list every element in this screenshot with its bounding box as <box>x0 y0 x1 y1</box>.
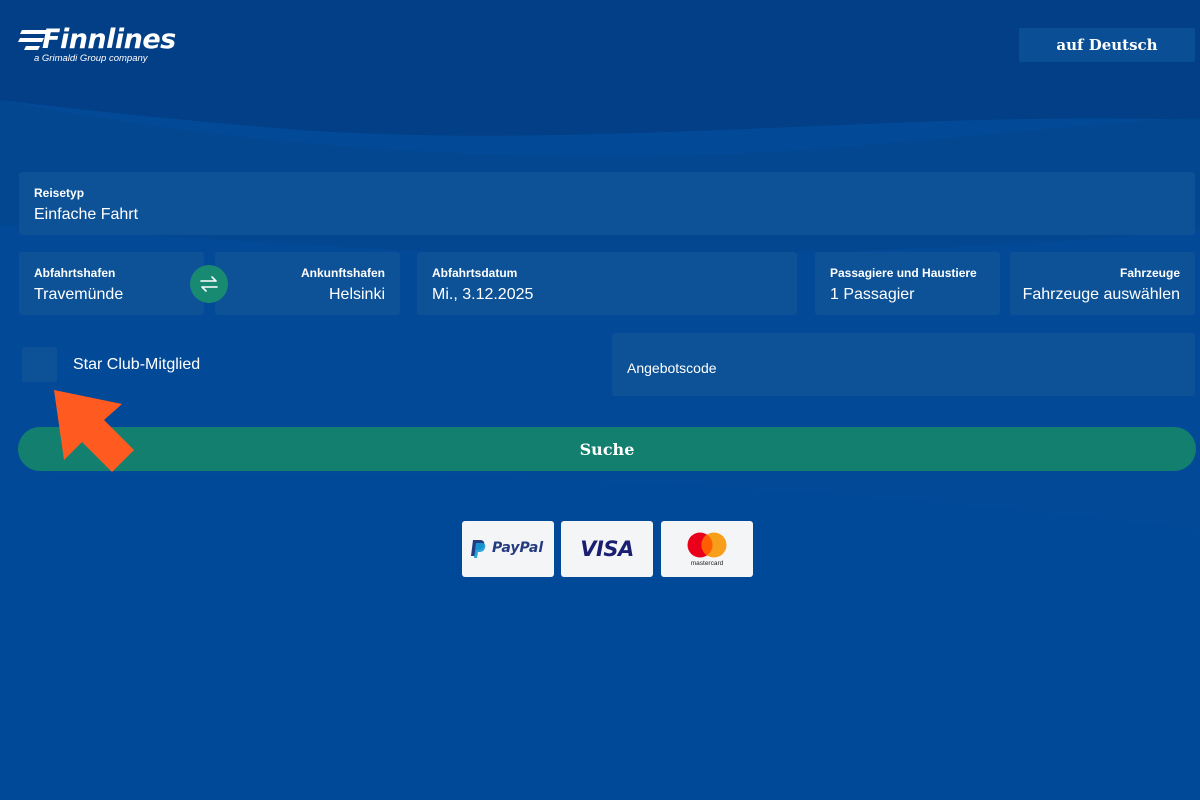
background-waves <box>0 0 1200 800</box>
visa-logo: VISA <box>561 521 653 577</box>
star-club-checkbox[interactable] <box>22 347 57 382</box>
trip-type-label: Reisetyp <box>34 186 85 200</box>
language-button[interactable]: auf Deutsch <box>1019 28 1195 62</box>
mastercard-circles-icon <box>687 532 727 558</box>
paypal-logo: PayPal <box>462 521 554 577</box>
departure-port-value: Travemünde <box>34 286 124 303</box>
trip-type-value: Einfache Fahrt <box>34 206 139 223</box>
vehicles-label: Fahrzeuge <box>1119 266 1180 280</box>
mastercard-logo: mastercard <box>661 521 753 577</box>
departure-date-label: Abfahrtsdatum <box>432 266 518 280</box>
vehicles-field[interactable]: Fahrzeuge Fahrzeuge auswählen <box>1010 252 1195 315</box>
departure-port-field[interactable]: Abfahrtshafen Travemünde <box>19 252 204 315</box>
paypal-label: PayPal <box>492 540 544 556</box>
arrival-port-value: Helsinki <box>328 286 385 303</box>
passengers-label: Passagiere und Haustiere <box>830 266 977 280</box>
passengers-field[interactable]: Passagiere und Haustiere 1 Passagier <box>815 252 1000 315</box>
swap-ports-button[interactable] <box>190 265 228 303</box>
mastercard-label: mastercard <box>690 560 724 567</box>
trip-type-select[interactable]: Reisetyp Einfache Fahrt <box>19 172 1195 235</box>
departure-date-field[interactable]: Abfahrtsdatum Mi., 3.12.2025 <box>417 252 797 315</box>
logo-wordmark: Finnlines <box>42 24 176 55</box>
logo-subtitle: a Grimaldi Group company <box>34 53 148 64</box>
passengers-value: 1 Passagier <box>830 286 915 303</box>
arrival-port-label: Ankunftshafen <box>301 266 385 280</box>
promo-code-input[interactable]: Angebotscode <box>612 333 1195 396</box>
star-club-label[interactable]: Star Club-Mitglied <box>73 356 200 374</box>
departure-port-label: Abfahrtshafen <box>34 266 116 280</box>
finnlines-logo[interactable]: Finnlines a Grimaldi Group company <box>18 24 178 68</box>
departure-date-value: Mi., 3.12.2025 <box>432 286 534 303</box>
search-button[interactable]: Suche <box>18 427 1196 471</box>
vehicles-value: Fahrzeuge auswählen <box>1022 286 1180 303</box>
arrival-port-field[interactable]: Ankunftshafen Helsinki <box>215 252 400 315</box>
visa-label: VISA <box>580 537 634 561</box>
promo-code-placeholder: Angebotscode <box>627 360 717 376</box>
annotation-arrow-icon <box>54 390 134 472</box>
swap-arrows-icon <box>200 276 218 292</box>
